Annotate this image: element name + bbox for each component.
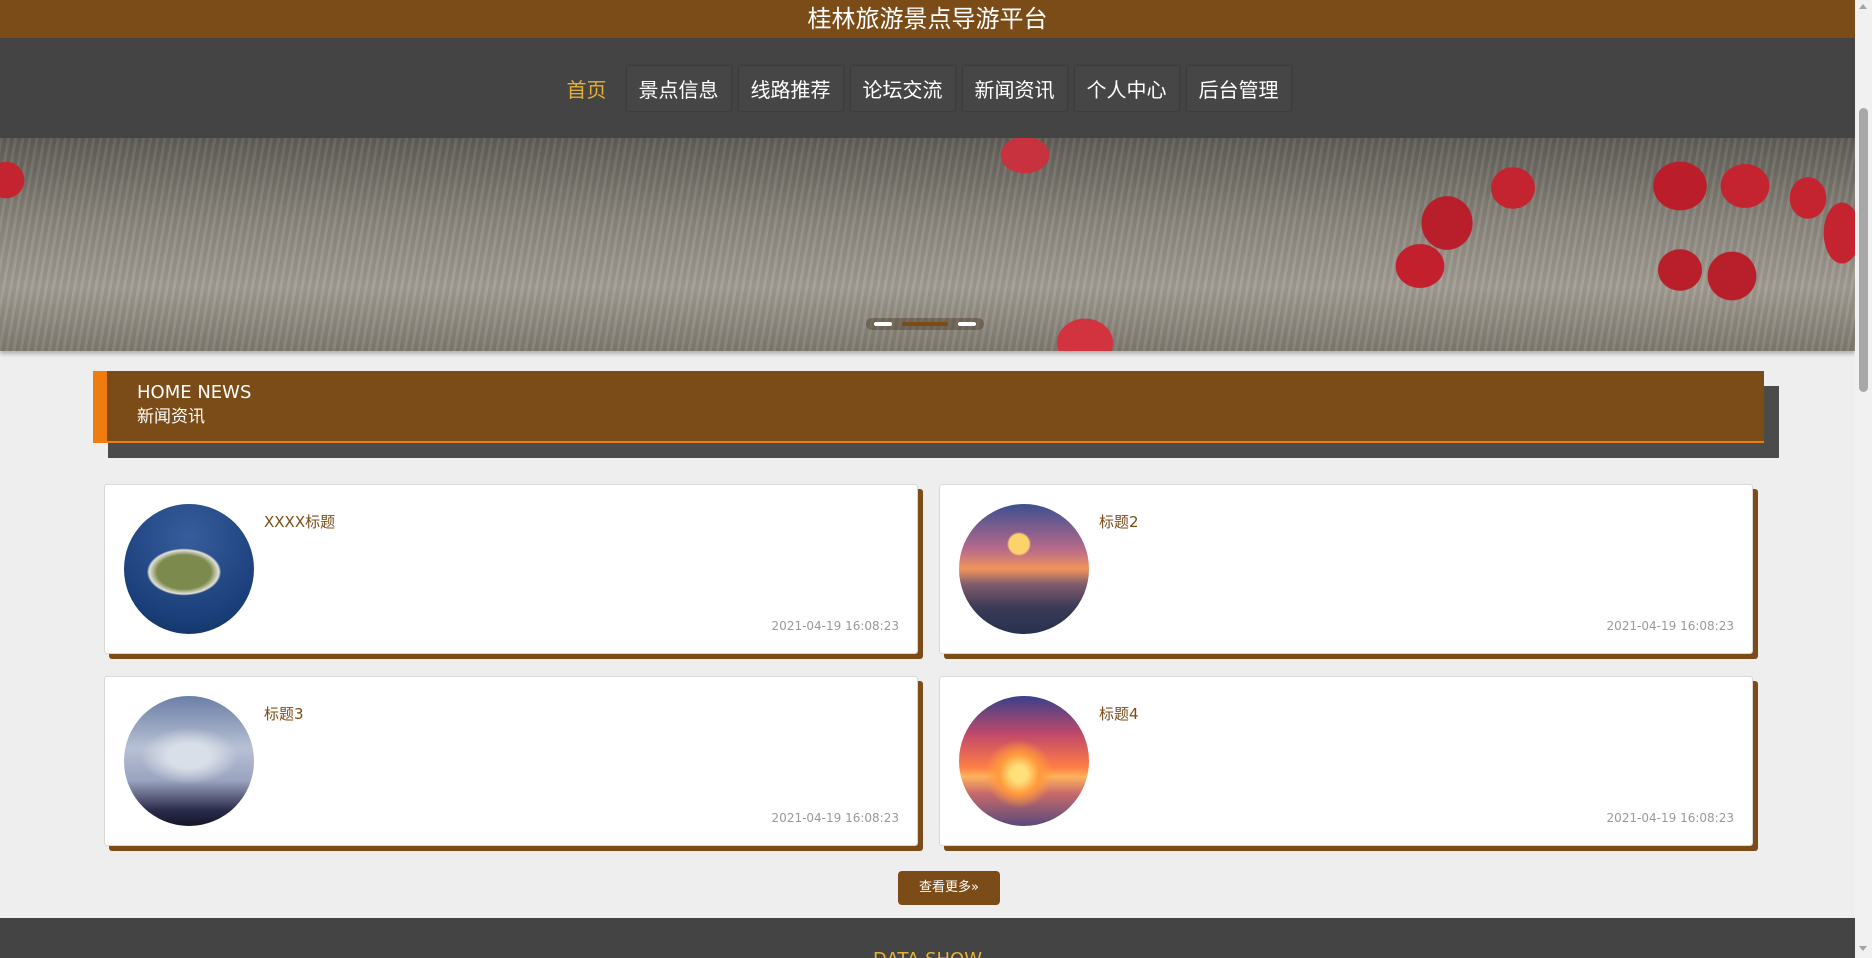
nav-item-admin[interactable]: 后台管理 bbox=[1186, 65, 1291, 111]
scroll-up-arrow-icon[interactable] bbox=[1859, 4, 1867, 9]
news-section-header: HOME NEWS 新闻资讯 bbox=[93, 371, 1779, 458]
section-heading-en: HOME NEWS bbox=[137, 382, 252, 403]
carousel-indicators bbox=[866, 318, 984, 330]
section-heading-cn: 新闻资讯 bbox=[137, 407, 205, 427]
news-card[interactable]: 标题3 2021-04-19 16:08:23 bbox=[104, 676, 918, 846]
data-show-section: DATA SHOW bbox=[0, 918, 1855, 958]
nav-item-home[interactable]: 首页 bbox=[555, 66, 619, 111]
header-block: HOME NEWS 新闻资讯 bbox=[93, 371, 1764, 443]
view-more-button[interactable]: 查看更多» bbox=[898, 871, 1000, 905]
main-nav: 首页 景点信息 线路推荐 论坛交流 新闻资讯 个人中心 后台管理 bbox=[0, 38, 1855, 138]
carousel-dot[interactable] bbox=[874, 322, 892, 326]
news-timestamp: 2021-04-19 16:08:23 bbox=[1606, 619, 1734, 633]
news-thumbnail bbox=[959, 504, 1089, 634]
news-thumbnail bbox=[959, 696, 1089, 826]
site-title: 桂林旅游景点导游平台 bbox=[0, 0, 1855, 38]
nav-item-news[interactable]: 新闻资讯 bbox=[962, 65, 1067, 111]
news-card[interactable]: 标题4 2021-04-19 16:08:23 bbox=[939, 676, 1753, 846]
news-timestamp: 2021-04-19 16:08:23 bbox=[771, 811, 899, 825]
scroll-down-arrow-icon[interactable] bbox=[1859, 946, 1867, 951]
scrollbar-thumb[interactable] bbox=[1859, 108, 1868, 392]
carousel-dot[interactable] bbox=[958, 322, 976, 326]
vertical-scrollbar[interactable] bbox=[1855, 0, 1872, 958]
news-list: XXXX标题 2021-04-19 16:08:23 标题2 2021-04-1… bbox=[104, 484, 1754, 846]
nav-item-profile[interactable]: 个人中心 bbox=[1074, 65, 1179, 111]
nav-list: 首页 景点信息 线路推荐 论坛交流 新闻资讯 个人中心 后台管理 bbox=[0, 38, 1855, 138]
news-title[interactable]: 标题3 bbox=[264, 703, 304, 724]
news-timestamp: 2021-04-19 16:08:23 bbox=[771, 619, 899, 633]
nav-item-forum[interactable]: 论坛交流 bbox=[850, 65, 955, 111]
news-card[interactable]: 标题2 2021-04-19 16:08:23 bbox=[939, 484, 1753, 654]
news-thumbnail bbox=[124, 504, 254, 634]
news-title[interactable]: 标题4 bbox=[1099, 703, 1139, 724]
news-timestamp: 2021-04-19 16:08:23 bbox=[1606, 811, 1734, 825]
nav-item-routes[interactable]: 线路推荐 bbox=[738, 65, 843, 111]
banner-carousel[interactable] bbox=[0, 138, 1855, 351]
news-card[interactable]: XXXX标题 2021-04-19 16:08:23 bbox=[104, 484, 918, 654]
news-title[interactable]: XXXX标题 bbox=[264, 511, 335, 532]
news-title[interactable]: 标题2 bbox=[1099, 511, 1139, 532]
carousel-dot-active[interactable] bbox=[902, 322, 948, 326]
news-thumbnail bbox=[124, 696, 254, 826]
data-show-heading: DATA SHOW bbox=[0, 949, 1855, 958]
nav-item-attractions[interactable]: 景点信息 bbox=[626, 65, 731, 111]
